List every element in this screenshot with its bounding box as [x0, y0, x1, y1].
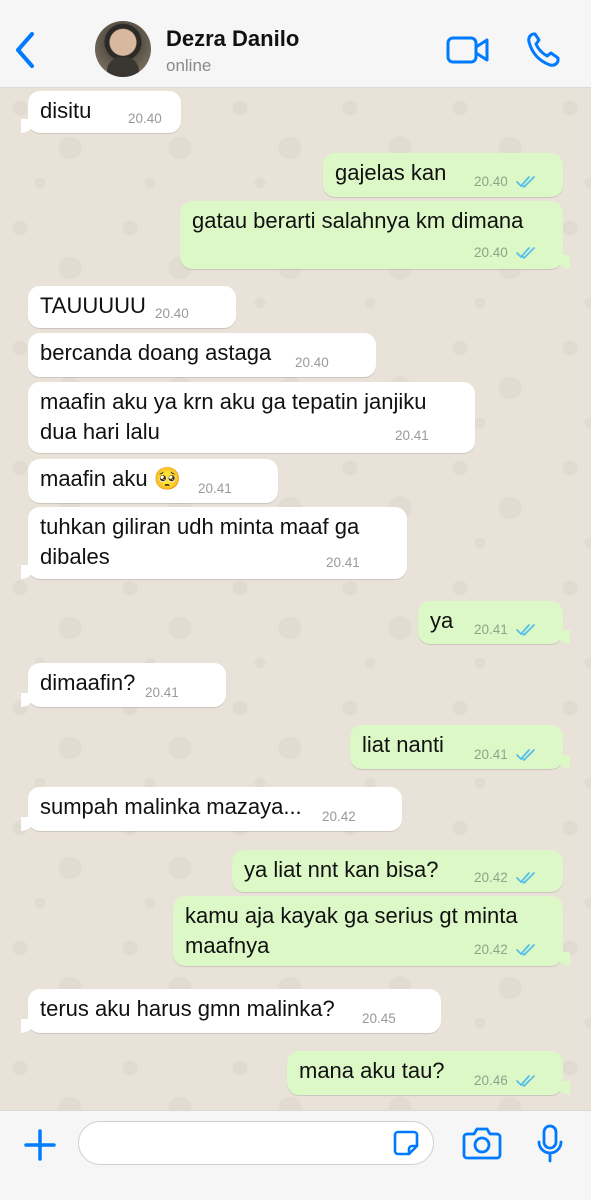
chat-header: Dezra Danilo online [0, 0, 591, 88]
incoming-message[interactable]: disitu 20.40 [21, 91, 181, 133]
voice-call-button[interactable] [524, 30, 562, 70]
message-time: 20.42 [474, 942, 508, 957]
outgoing-message[interactable]: kamu aja kayak ga serius gt minta maafny… [173, 896, 570, 966]
message-text: gajelas kan [335, 160, 447, 185]
message-time: 20.40 [474, 174, 508, 189]
outgoing-message[interactable]: ya liat nnt kan bisa? 20.42 [232, 850, 563, 892]
double-check-icon [516, 749, 535, 761]
video-camera-icon [446, 36, 489, 64]
message-text: dimaafin? [40, 670, 136, 695]
message-time: 20.45 [362, 1011, 396, 1026]
double-check-icon [516, 624, 535, 636]
outgoing-message[interactable]: gajelas kan 20.40 [323, 153, 563, 197]
camera-icon [462, 1127, 502, 1160]
incoming-message[interactable]: maafin aku 🥺 20.41 [28, 459, 278, 503]
message-time: 20.40 [474, 245, 508, 260]
message-time: 20.40 [295, 355, 329, 370]
message-text: maafin aku 🥺 [40, 466, 182, 491]
message-time: 20.41 [326, 555, 360, 570]
chat-wallpaper: disitu 20.40 gajelas kan 20.40 gatau berarti… [0, 88, 591, 1110]
contact-avatar[interactable] [95, 21, 151, 77]
double-check-icon [516, 872, 535, 884]
double-check-icon [516, 247, 535, 259]
double-check-icon [516, 176, 535, 188]
plus-icon [24, 1129, 56, 1161]
message-text: mana aku tau? [299, 1058, 445, 1083]
message-text: liat nanti [362, 732, 444, 757]
sticker-icon [393, 1130, 419, 1156]
outgoing-message[interactable]: mana aku tau? 20.46 [287, 1051, 570, 1095]
double-check-icon [516, 1075, 535, 1087]
sticker-button[interactable] [392, 1129, 420, 1157]
incoming-message[interactable]: terus aku harus gmn malinka? 20.45 [21, 989, 441, 1033]
message-time: 20.41 [474, 747, 508, 762]
outgoing-message[interactable]: gatau berarti salahnya km dimana 20.40 [180, 201, 570, 269]
incoming-message[interactable]: maafin aku ya krn aku ga tepatin janjiku… [28, 382, 475, 453]
message-time: 20.42 [322, 809, 356, 824]
message-time: 20.41 [145, 685, 179, 700]
message-text: terus aku harus gmn malinka? [40, 996, 335, 1021]
message-text: gatau berarti salahnya km dimana [192, 208, 524, 233]
message-time: 20.41 [474, 622, 508, 637]
message-text: kamu aja kayak ga serius gt minta maafny… [185, 903, 518, 958]
outgoing-message[interactable]: ya 20.41 [418, 601, 570, 644]
message-text: tuhkan giliran udh minta maaf ga dibales [40, 514, 360, 569]
contact-status: online [166, 56, 212, 75]
composer-bar [0, 1110, 591, 1200]
message-text: disitu [40, 98, 92, 123]
message-input[interactable] [78, 1121, 434, 1165]
message-text: bercanda doang astaga [40, 340, 272, 365]
message-text: ya [430, 608, 454, 633]
incoming-message[interactable]: dimaafin? 20.41 [21, 663, 226, 707]
contact-name[interactable]: Dezra Danilo [166, 26, 299, 52]
double-check-icon [516, 944, 535, 956]
chevron-left-icon [16, 32, 34, 68]
incoming-message[interactable]: tuhkan giliran udh minta maaf ga dibales… [21, 507, 407, 579]
message-text: maafin aku ya krn aku ga tepatin janjiku… [40, 389, 427, 444]
phone-icon [527, 32, 560, 67]
message-time: 20.42 [474, 870, 508, 885]
back-button[interactable] [8, 28, 44, 72]
message-time: 20.40 [155, 306, 189, 321]
attach-button[interactable] [20, 1125, 60, 1165]
message-text: ya liat nnt kan bisa? [244, 857, 439, 882]
message-text: TAUUUUU [40, 293, 146, 318]
message-time: 20.40 [128, 111, 162, 126]
incoming-message[interactable]: sumpah malinka mazaya... 20.42 [21, 787, 402, 831]
outgoing-message[interactable]: liat nanti 20.41 [350, 725, 570, 769]
camera-button[interactable] [462, 1125, 502, 1161]
microphone-icon [537, 1124, 563, 1163]
incoming-message[interactable]: TAUUUUU 20.40 [28, 286, 236, 328]
incoming-message[interactable]: bercanda doang astaga 20.40 [28, 333, 376, 377]
video-call-button[interactable] [446, 34, 490, 66]
microphone-button[interactable] [536, 1123, 564, 1165]
message-time: 20.46 [474, 1073, 508, 1088]
message-text: sumpah malinka mazaya... [40, 794, 302, 819]
message-time: 20.41 [395, 428, 429, 443]
message-time: 20.41 [198, 481, 232, 496]
